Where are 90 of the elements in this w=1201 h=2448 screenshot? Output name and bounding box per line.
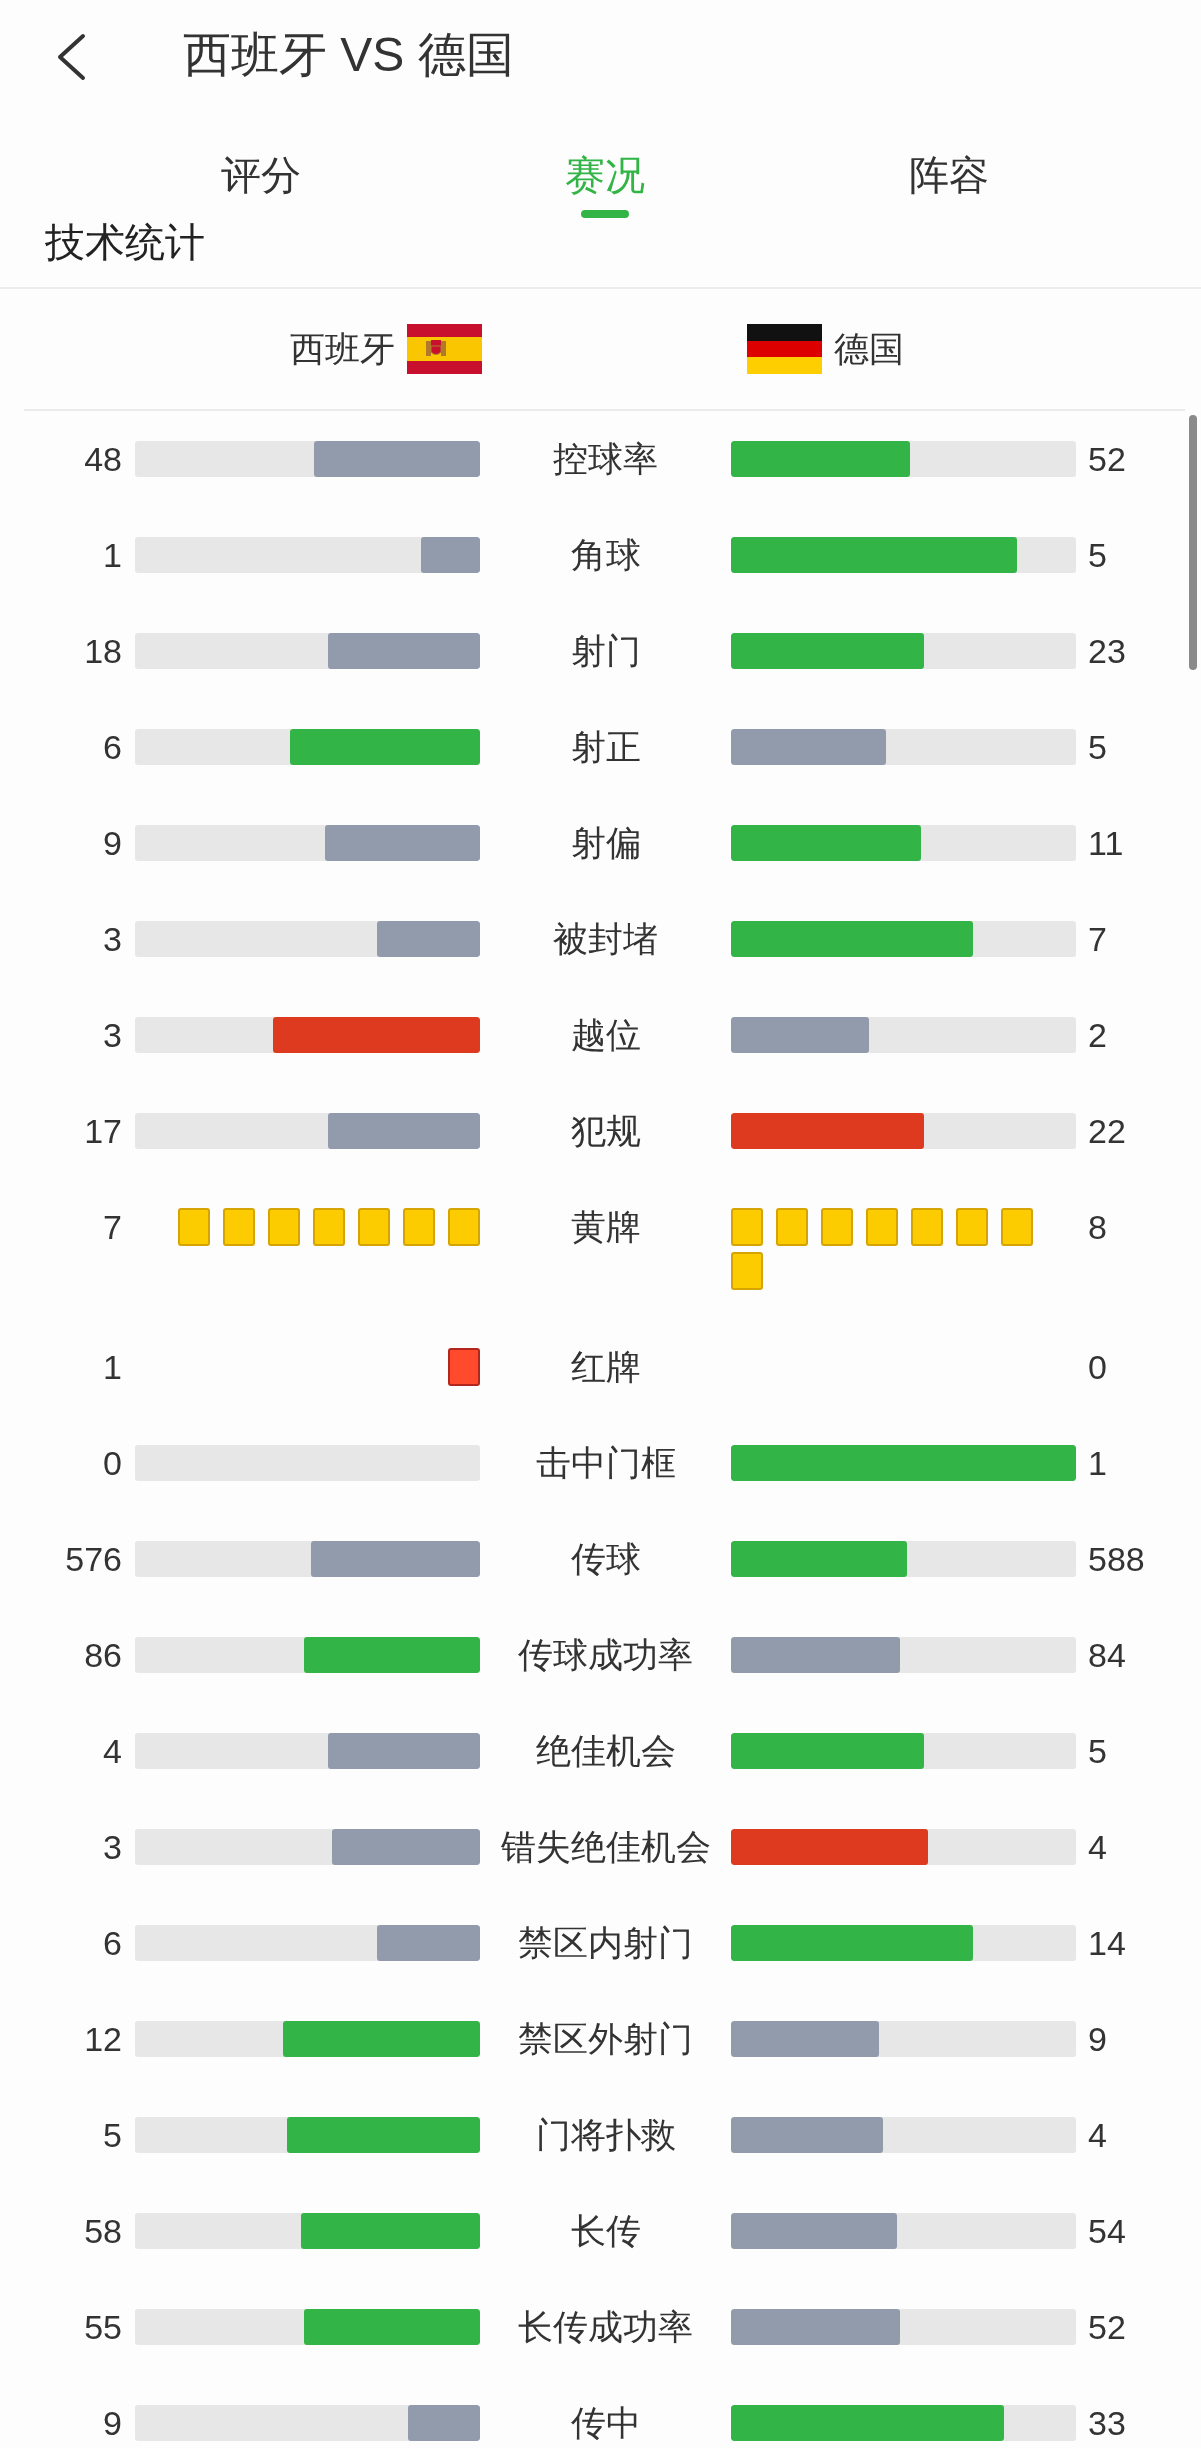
stat-value: 1 (103, 536, 122, 574)
stat-label: 黄牌 (570, 1208, 641, 1246)
stat-label: 门将扑救 (535, 2116, 676, 2154)
page-title: 西班牙 VS 德国 (183, 27, 514, 83)
stat-value: 7 (103, 1208, 122, 1246)
stat-value: 6 (103, 728, 122, 766)
penalty-card-icon (1001, 1208, 1033, 1246)
team-name: 德国 (834, 329, 904, 369)
stat-label: 绝佳机会 (535, 1732, 676, 1770)
stat-value: 9 (103, 2404, 122, 2442)
stat-label: 犯规 (570, 1112, 641, 1150)
stat-label: 控球率 (553, 440, 658, 478)
penalty-card-icon (911, 1208, 943, 1246)
stat-value: 17 (84, 1112, 122, 1150)
penalty-card-icon (731, 1252, 763, 1290)
tab-underline (581, 210, 629, 218)
stat-value: 2 (1088, 1016, 1107, 1054)
stat-value: 7 (1088, 920, 1107, 958)
stat-label: 传球成功率 (518, 1636, 693, 1674)
stat-label: 错失绝佳机会 (500, 1828, 711, 1866)
penalty-card-icon (223, 1208, 255, 1246)
stat-value: 23 (1088, 632, 1126, 670)
tab[interactable]: 阵容 (909, 153, 989, 197)
team-name: 西班牙 (290, 329, 395, 369)
stat-value: 48 (84, 440, 122, 478)
stat-value: 4 (1088, 1828, 1107, 1866)
stat-label: 射门 (570, 632, 641, 670)
stat-value: 6 (103, 1924, 122, 1962)
stat-value: 5 (1088, 1732, 1107, 1770)
stat-label: 角球 (570, 536, 641, 574)
stat-label: 红牌 (570, 1348, 641, 1386)
stat-value: 4 (103, 1732, 122, 1770)
stat-value: 55 (84, 2308, 122, 2346)
stat-value: 1 (103, 1348, 122, 1386)
stat-value: 5 (1088, 728, 1107, 766)
back-icon (55, 33, 87, 81)
stat-value: 52 (1088, 440, 1126, 478)
stat-value: 1 (1088, 1444, 1107, 1482)
stat-value: 84 (1088, 1636, 1126, 1674)
stat-value: 0 (1088, 1348, 1107, 1386)
stat-value: 5 (1088, 536, 1107, 574)
section-title: 技术统计 (45, 220, 205, 264)
stat-value: 588 (1088, 1540, 1145, 1578)
penalty-card-icon (358, 1208, 390, 1246)
penalty-card-icon (403, 1208, 435, 1246)
stat-value: 22 (1088, 1112, 1126, 1150)
stat-label: 长传 (570, 2212, 641, 2250)
stat-value: 11 (1088, 824, 1124, 862)
stat-label: 传中 (570, 2404, 641, 2442)
stat-value: 9 (103, 824, 122, 862)
stat-value: 9 (1088, 2020, 1107, 2058)
stat-label: 禁区内射门 (518, 1924, 693, 1962)
stat-value: 3 (103, 920, 122, 958)
stat-value: 12 (84, 2020, 122, 2058)
stat-label: 射正 (570, 728, 641, 766)
penalty-card-icon (448, 1348, 480, 1386)
penalty-card-icon (776, 1208, 808, 1246)
stat-label: 长传成功率 (518, 2308, 693, 2346)
stat-value: 4 (1088, 2116, 1107, 2154)
stat-label: 禁区外射门 (518, 2020, 693, 2058)
penalty-card-icon (821, 1208, 853, 1246)
stat-value: 8 (1088, 1208, 1107, 1246)
stat-value: 58 (84, 2212, 122, 2250)
stat-value: 576 (65, 1540, 122, 1578)
stat-value: 5 (103, 2116, 122, 2154)
penalty-card-icon (268, 1208, 300, 1246)
tab[interactable]: 评分 (221, 153, 301, 197)
stat-value: 14 (1088, 1924, 1126, 1962)
stat-label: 射偏 (570, 824, 641, 862)
penalty-card-icon (178, 1208, 210, 1246)
stat-value: 86 (84, 1636, 122, 1674)
stat-value: 54 (1088, 2212, 1126, 2250)
back-button[interactable] (55, 33, 87, 81)
stat-value: 52 (1088, 2308, 1126, 2346)
stat-label: 越位 (570, 1016, 641, 1054)
stat-label: 被封堵 (553, 920, 658, 958)
stat-label: 传球 (570, 1540, 641, 1578)
penalty-card-icon (956, 1208, 988, 1246)
stat-value: 3 (103, 1016, 122, 1054)
stat-value: 3 (103, 1828, 122, 1866)
penalty-card-icon (866, 1208, 898, 1246)
stat-value: 0 (103, 1444, 122, 1482)
penalty-card-icon (313, 1208, 345, 1246)
penalty-card-icon (448, 1208, 480, 1246)
penalty-card-icon (731, 1208, 763, 1246)
flag-icon (407, 324, 482, 374)
stat-label: 击中门框 (535, 1444, 676, 1482)
stat-value: 18 (84, 632, 122, 670)
flag-icon (747, 324, 822, 374)
stat-value: 33 (1088, 2404, 1126, 2442)
